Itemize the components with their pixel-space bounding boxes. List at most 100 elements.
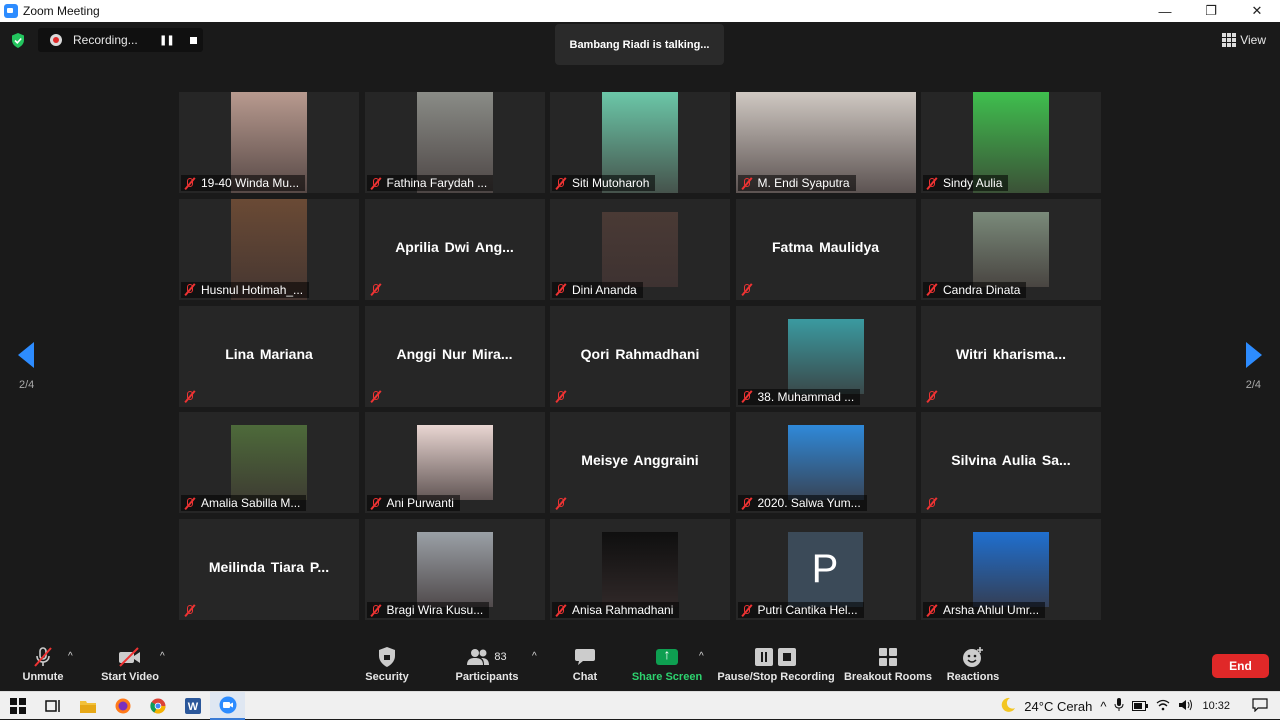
participant-label [923,389,943,405]
windows-start-icon[interactable] [0,692,35,720]
participant-label: Amalia Sabilla M... [181,495,307,512]
muted-mic-icon [183,283,196,296]
view-button[interactable]: View [1222,33,1266,47]
breakout-rooms-button[interactable]: Breakout Rooms [844,637,932,691]
firefox-icon[interactable] [105,692,140,720]
system-tray: 24°C Cerah ^ 10:32 [1000,692,1280,720]
participant-tile[interactable]: Meilinda Tiara P... [179,519,359,620]
show-hidden-icons-caret-icon[interactable]: ^ [1100,699,1106,714]
participant-tile[interactable]: 38. Muhammad ... [735,305,916,407]
volume-icon[interactable] [1178,699,1194,714]
participant-tile[interactable]: Anggi Nur Mira... [364,305,545,407]
unmute-label: Unmute [22,671,64,683]
chat-bubble-icon [574,645,596,669]
participant-name: Putri Cantika Hel... [757,603,858,617]
participant-tile[interactable]: Anisa Rahmadhani [550,519,730,620]
share-screen-button[interactable]: Share Screen [632,637,702,691]
participant-label: M. Endi Syaputra [737,175,856,191]
participant-label: Dini Ananda [552,281,643,298]
participant-label [181,602,201,618]
participant-tile[interactable]: P Putri Cantika Hel... [735,519,916,620]
clock[interactable]: 10:32 [1202,700,1230,712]
participants-icon-wrap: 83 [467,645,507,669]
reactions-smiley-icon [962,645,984,669]
task-view-icon[interactable] [35,692,70,720]
participant-tile[interactable]: Siti Mutoharoh [550,92,730,193]
participant-name: M. Endi Syaputra [757,176,850,190]
share-screen-label: Share Screen [631,671,703,683]
participant-tile[interactable]: 2020. Salwa Yum... [735,412,916,514]
chat-button[interactable]: Chat [560,637,610,691]
weather-text[interactable]: 24°C Cerah [1024,699,1092,714]
participant-tile[interactable]: Amalia Sabilla M... [179,412,359,514]
participant-tile[interactable]: Fatma Maulidya [735,198,916,300]
battery-icon[interactable] [1132,699,1149,714]
minimize-button[interactable]: — [1142,0,1188,22]
share-options-caret-icon[interactable]: ^ [699,651,704,662]
pause-stop-recording-button[interactable]: Pause/Stop Recording [717,637,835,691]
participant-tile[interactable]: Ani Purwanti [364,412,545,514]
participant-label [367,389,387,405]
participants-button[interactable]: 83 Participants [454,637,520,691]
end-meeting-button[interactable]: End [1212,654,1269,678]
participant-name: Ani Purwanti [386,496,454,511]
participant-tile[interactable]: Candra Dinata [921,198,1101,300]
start-video-button[interactable]: Start Video [100,637,160,691]
participant-tile[interactable]: Arsha Ahlul Umr... [921,519,1101,620]
participant-tile[interactable]: Witri kharisma... [921,305,1101,407]
video-options-caret-icon[interactable]: ^ [160,651,165,662]
view-label: View [1240,33,1266,47]
participant-label: Husnul Hotimah_... [181,281,310,298]
security-label: Security [365,671,409,683]
participant-tile[interactable]: Sindy Aulia [921,92,1101,193]
pause-recording-icon[interactable]: ❚❚ [159,35,175,46]
participant-video [973,211,1049,287]
unmute-button[interactable]: Unmute [18,637,68,691]
chrome-icon[interactable] [140,692,175,720]
word-icon[interactable]: W [175,692,210,720]
microphone-tray-icon[interactable] [1114,697,1124,715]
participant-name: 38. Muhammad ... [757,389,855,404]
participant-tile[interactable]: Qori Rahmadhani [550,305,730,407]
muted-mic-icon [183,497,196,510]
muted-mic-icon [369,283,382,296]
stop-recording-icon[interactable] [189,36,197,44]
file-explorer-icon[interactable] [70,692,105,720]
wifi-icon[interactable] [1156,699,1170,714]
participant-tile[interactable]: Bragi Wira Kusu... [364,519,545,620]
participant-tile[interactable]: M. Endi Syaputra [735,92,916,193]
restore-button[interactable]: ❐ [1188,0,1234,22]
participant-label: 2020. Salwa Yum... [737,495,867,512]
participant-video [787,318,864,394]
reactions-button[interactable]: Reactions [945,637,1001,691]
participant-label: Sindy Aulia [923,175,1009,191]
participant-video [416,532,493,607]
chat-label: Chat [572,671,598,683]
participant-label [552,495,572,511]
participant-video [602,211,678,287]
muted-mic-icon [554,390,567,403]
participant-tile[interactable]: Aprilia Dwi Ang... [364,198,545,300]
encryption-shield-icon[interactable] [11,33,25,48]
participant-label [923,495,943,511]
participant-tile[interactable]: 19-40 Winda Mu... [179,92,359,193]
security-button[interactable]: Security [362,637,412,691]
participants-caret-icon[interactable]: ^ [532,651,537,662]
participant-tile[interactable]: Lina Mariana [179,305,359,407]
participant-tile[interactable]: Meisye Anggraini [550,412,730,514]
reactions-label: Reactions [946,671,1000,683]
muted-mic-icon [369,604,382,617]
grid-view-icon [1222,33,1237,47]
participant-avatar: P [787,532,863,607]
previous-page-icon[interactable] [18,342,34,368]
svg-text:W: W [187,701,198,713]
participant-tile[interactable]: Husnul Hotimah_... [179,198,359,300]
next-page-icon[interactable] [1246,342,1262,368]
close-button[interactable]: ✕ [1234,0,1280,22]
participant-tile[interactable]: Fathina Farydah ... [364,92,545,193]
participant-tile[interactable]: Silvina Aulia Sa... [921,412,1101,514]
audio-options-caret-icon[interactable]: ^ [68,651,73,662]
zoom-taskbar-icon[interactable] [210,691,245,720]
participant-tile[interactable]: Dini Ananda [550,198,730,300]
notifications-icon[interactable] [1252,697,1268,715]
